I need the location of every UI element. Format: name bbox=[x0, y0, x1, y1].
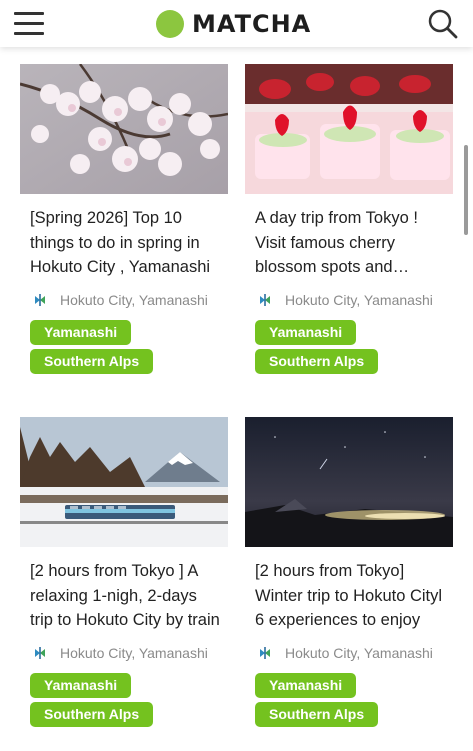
article-title[interactable]: [2 hours from Tokyo ] A relaxing 1-nigh,… bbox=[20, 559, 228, 633]
matcha-logo[interactable]: MATCHA bbox=[156, 9, 311, 39]
location-text: Hokuto City, Yamanashi bbox=[60, 291, 208, 308]
article-card[interactable]: [Spring 2026] Top 10 things to do in spr… bbox=[20, 64, 228, 378]
tag-list: Yamanashi Southern Alps bbox=[30, 319, 228, 378]
night-sky-photo[interactable] bbox=[245, 417, 453, 547]
cherry-blossoms-photo[interactable] bbox=[20, 64, 228, 194]
location-text: Hokuto City, Yamanashi bbox=[60, 644, 208, 661]
logo-green-dot bbox=[156, 10, 184, 38]
scrollbar[interactable] bbox=[464, 145, 468, 235]
tag-yamanashi[interactable]: Yamanashi bbox=[30, 319, 132, 345]
article-title[interactable]: [Spring 2026] Top 10 things to do in spr… bbox=[20, 206, 228, 280]
location-text: Hokuto City, Yamanashi bbox=[285, 291, 433, 308]
tag-southern-alps[interactable]: Southern Alps bbox=[30, 701, 154, 727]
location-pin-icon bbox=[35, 293, 45, 306]
article-location: Hokuto City, Yamanashi bbox=[32, 290, 228, 310]
tag-southern-alps[interactable]: Southern Alps bbox=[255, 348, 379, 374]
location-text: Hokuto City, Yamanashi bbox=[285, 644, 433, 661]
strawberry-cakes-photo[interactable] bbox=[245, 64, 453, 194]
tag-southern-alps[interactable]: Southern Alps bbox=[30, 348, 154, 374]
tag-yamanashi[interactable]: Yamanashi bbox=[255, 319, 357, 345]
article-title[interactable]: [2 hours from Tokyo] Winter trip to Hoku… bbox=[245, 559, 453, 633]
article-card[interactable]: [2 hours from Tokyo ] A relaxing 1-nigh,… bbox=[20, 417, 228, 731]
tag-southern-alps[interactable]: Southern Alps bbox=[255, 701, 379, 727]
tag-yamanashi[interactable]: Yamanashi bbox=[30, 672, 132, 698]
tag-list: Yamanashi Southern Alps bbox=[30, 672, 228, 731]
article-card[interactable]: A day trip from Tokyo ! Visit famous che… bbox=[245, 64, 453, 378]
article-location: Hokuto City, Yamanashi bbox=[32, 643, 228, 663]
search-icon[interactable] bbox=[427, 8, 459, 40]
article-title[interactable]: A day trip from Tokyo ! Visit famous che… bbox=[245, 206, 453, 280]
article-location: Hokuto City, Yamanashi bbox=[257, 643, 453, 663]
location-pin-icon bbox=[260, 646, 270, 659]
hamburger-menu-icon[interactable] bbox=[14, 12, 44, 36]
location-pin-icon bbox=[35, 646, 45, 659]
tag-list: Yamanashi Southern Alps bbox=[255, 319, 453, 378]
train-mount-fuji-photo[interactable] bbox=[20, 417, 228, 547]
article-card[interactable]: [2 hours from Tokyo] Winter trip to Hoku… bbox=[245, 417, 453, 731]
logo-text: MATCHA bbox=[192, 10, 312, 38]
top-header: MATCHA bbox=[0, 0, 473, 47]
location-pin-icon bbox=[260, 293, 270, 306]
article-location: Hokuto City, Yamanashi bbox=[257, 290, 453, 310]
tag-list: Yamanashi Southern Alps bbox=[255, 672, 453, 731]
tag-yamanashi[interactable]: Yamanashi bbox=[255, 672, 357, 698]
